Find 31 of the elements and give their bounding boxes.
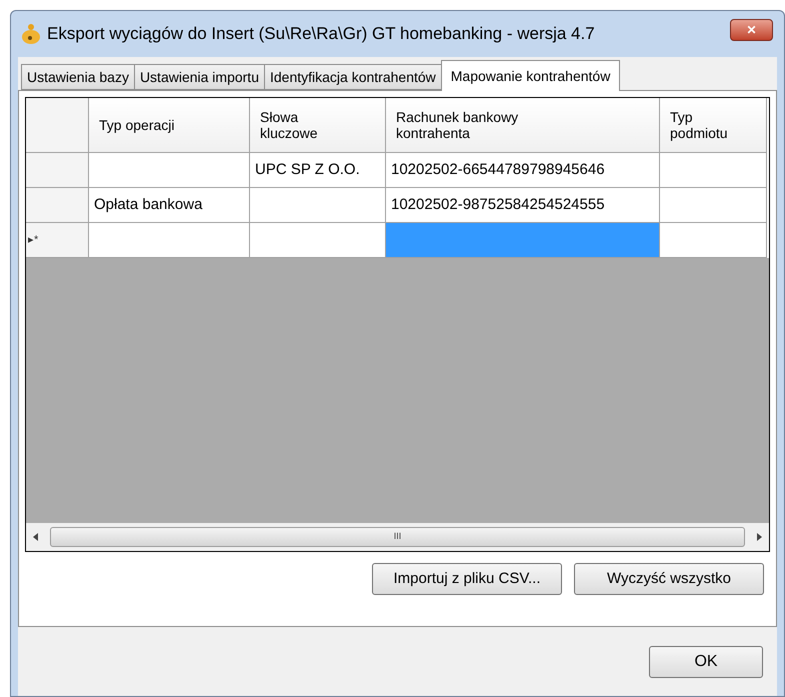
table-cell[interactable] [89, 153, 250, 188]
table-cell[interactable] [250, 223, 386, 258]
table-cell[interactable] [660, 188, 767, 223]
tab[interactable]: Identyfikacja kontrahentów [264, 64, 442, 90]
table-cell[interactable]: Opłata bankowa [89, 188, 250, 223]
table-cell[interactable] [386, 223, 660, 258]
scroll-thumb[interactable]: III [50, 527, 745, 547]
row-header[interactable]: ▸* [26, 223, 89, 258]
column-header[interactable]: Typ podmiotu [660, 98, 767, 153]
action-button[interactable]: Importuj z pliku CSV... [372, 563, 562, 595]
tab[interactable]: Mapowanie kontrahentów [440, 60, 620, 91]
table-cell[interactable] [660, 223, 767, 258]
tab[interactable]: Ustawienia importu [134, 64, 265, 90]
ok-button[interactable]: OK [649, 646, 763, 678]
row-header[interactable] [26, 153, 89, 188]
horizontal-scrollbar[interactable]: III [26, 523, 769, 551]
column-header[interactable]: Rachunek bankowy kontrahenta [386, 98, 660, 153]
money-bag-icon [21, 23, 41, 45]
new-row-marker: ▸* [28, 232, 38, 248]
table-cell[interactable]: 10202502-98752584254524555 [386, 188, 660, 223]
action-button[interactable]: Wyczyść wszystko [574, 563, 764, 595]
table-cell[interactable]: UPC SP Z O.O. [250, 153, 386, 188]
table-cell[interactable] [89, 223, 250, 258]
table-cell[interactable] [660, 153, 767, 188]
window-title: Eksport wyciągów do Insert (Su\Re\Ra\Gr) GT homebanking - wersja 4.7 [47, 23, 595, 46]
column-header[interactable]: Słowa kluczowe [250, 98, 386, 153]
tab[interactable]: Ustawienia bazy [21, 64, 135, 90]
column-header[interactable]: Typ operacji [89, 98, 250, 153]
table-cell[interactable] [250, 188, 386, 223]
row-header[interactable] [26, 188, 89, 223]
table-cell[interactable]: 10202502-66544789798945646 [386, 153, 660, 188]
